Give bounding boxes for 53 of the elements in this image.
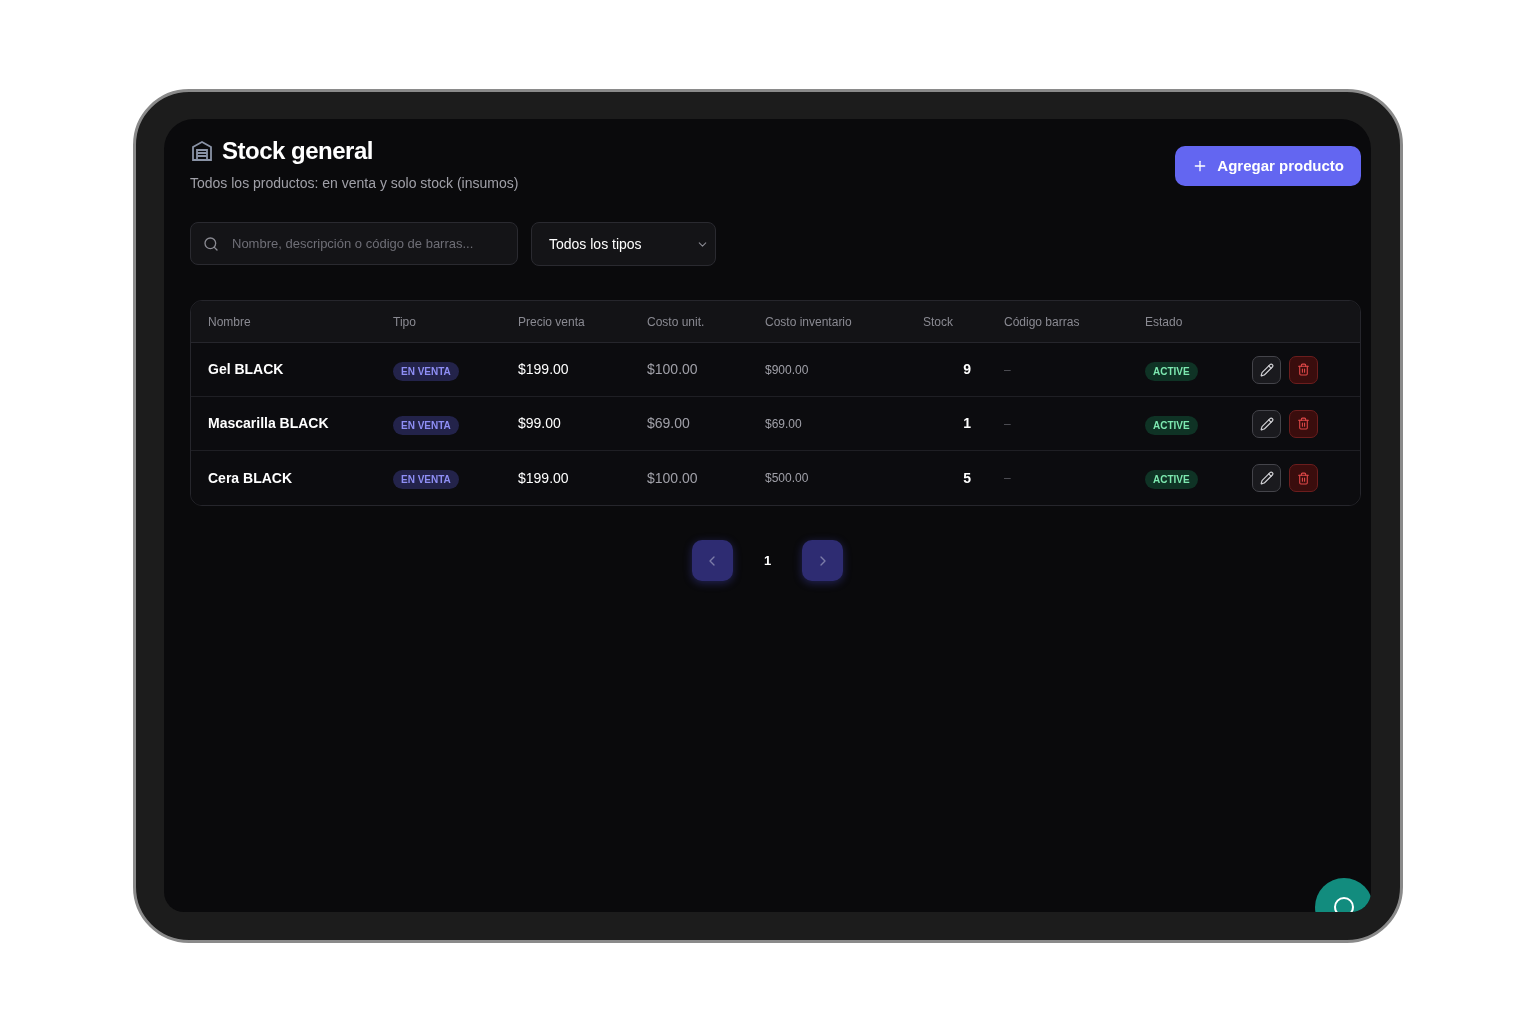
stock-cell-text: 5 <box>963 468 971 488</box>
price-cell-text: $199.00 <box>518 468 570 488</box>
unit-cost-cell-text: $100.00 <box>647 468 699 488</box>
column-header: Código barras <box>1004 313 1081 331</box>
warehouse-icon <box>190 139 214 163</box>
stock-cell-text: 1 <box>963 414 971 433</box>
column-header: Costo unit. <box>647 313 706 331</box>
product-name: Cera BLACK <box>208 468 293 488</box>
barcode-cell-text: – <box>1004 415 1012 433</box>
add-product-button[interactable]: Agregar producto <box>1175 146 1361 186</box>
trash-icon <box>1297 471 1310 485</box>
type-tag: EN VENTA <box>393 361 459 381</box>
price-cell-text: $199.00 <box>518 360 570 379</box>
status-tag: ACTIVE <box>1145 470 1198 489</box>
stock-cell-text: 9 <box>963 360 971 379</box>
trash-icon <box>1297 363 1310 376</box>
column-header: Precio venta <box>518 313 586 331</box>
price-cell-text: $99.00 <box>518 414 562 433</box>
column-header: Stock <box>923 313 954 331</box>
barcode-cell-text: – <box>1004 361 1012 379</box>
pencil-icon <box>1259 416 1274 431</box>
inventory-cost-cell-text: $900.00 <box>765 361 810 379</box>
type-tag: EN VENTA <box>393 470 459 489</box>
status-tag: ACTIVE <box>1145 361 1198 381</box>
unit-cost-cell-text: $69.00 <box>647 414 691 433</box>
type-select[interactable]: Todos los tipos <box>531 222 716 266</box>
delete-button[interactable] <box>1289 464 1318 492</box>
product-name: Gel BLACK <box>208 360 285 379</box>
type-tag: EN VENTA <box>393 415 459 435</box>
inventory-cost-cell-text: $69.00 <box>765 415 803 433</box>
pencil-icon <box>1259 471 1274 485</box>
search-icon <box>203 236 219 252</box>
edit-button[interactable] <box>1252 464 1281 492</box>
product-name: Mascarilla BLACK <box>208 414 330 433</box>
barcode-cell-text: – <box>1004 470 1012 487</box>
page-title: Stock general <box>222 136 373 166</box>
trash-icon <box>1297 417 1310 430</box>
edit-button[interactable] <box>1252 355 1281 384</box>
column-header: Costo inventario <box>765 313 853 331</box>
unit-cost-cell-text: $100.00 <box>647 360 699 379</box>
chat-bubble-icon <box>1332 895 1356 912</box>
column-header: Tipo <box>393 313 417 331</box>
delete-button[interactable] <box>1289 409 1318 438</box>
search-field[interactable]: Nombre, descripción o código de barras... <box>190 222 518 265</box>
edit-button[interactable] <box>1252 409 1281 438</box>
page-subtitle: Todos los productos: en venta y solo stock (insumos) <box>190 174 519 193</box>
status-tag: ACTIVE <box>1145 415 1198 435</box>
inventory-cost-cell-text: $500.00 <box>765 470 810 487</box>
delete-button[interactable] <box>1289 355 1318 384</box>
column-header: Nombre <box>208 313 252 331</box>
column-header: Estado <box>1145 313 1184 331</box>
page-number[interactable]: 1 <box>763 550 772 571</box>
pencil-icon <box>1259 362 1274 377</box>
